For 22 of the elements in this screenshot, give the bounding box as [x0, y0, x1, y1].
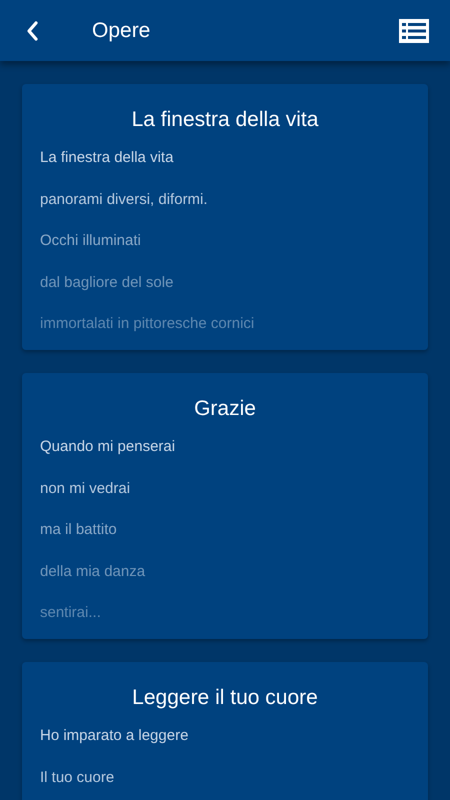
poem-title: Leggere il tuo cuore	[131, 685, 319, 711]
poem-line: della mia danza	[40, 562, 146, 582]
poem-line: sentirai...	[40, 603, 102, 623]
poem-line: panorami diversi, diformi.	[40, 190, 209, 210]
list-view-button[interactable]	[398, 18, 430, 44]
poem-title: La finestra della vita	[130, 107, 320, 133]
poem-card[interactable]: La finestra della vita La finestra della vita panorami diversi, diformi. Occhi illuminati dal bagliore del sole immortalati in pittoresche cornici	[22, 84, 428, 350]
poem-line: non mi vedrai	[40, 478, 132, 498]
poem-line: Il tuo cuore	[40, 768, 116, 788]
poem-line: immortalati in pittoresche cornici	[40, 314, 256, 334]
poem-line: Quando mi penserai	[40, 437, 176, 457]
poem-line: La finestra della vita	[40, 148, 174, 168]
poem-card[interactable]: Leggere il tuo cuore Ho imparato a leggere Il tuo cuore	[22, 662, 428, 800]
screen-title: Opere	[92, 18, 150, 44]
poem-line: Ho imparato a leggere	[40, 726, 190, 746]
poem-line: ma il battito	[40, 520, 118, 540]
list-icon	[399, 18, 429, 42]
poem-line: Occhi illuminati	[40, 231, 142, 251]
poem-card[interactable]: Grazie Quando mi penserai non mi vedrai ma il battito della mia danza sentirai...	[22, 373, 428, 639]
poem-line: dal bagliore del sole	[40, 272, 174, 292]
poem-title: Grazie	[193, 396, 257, 422]
back-icon	[25, 20, 39, 42]
